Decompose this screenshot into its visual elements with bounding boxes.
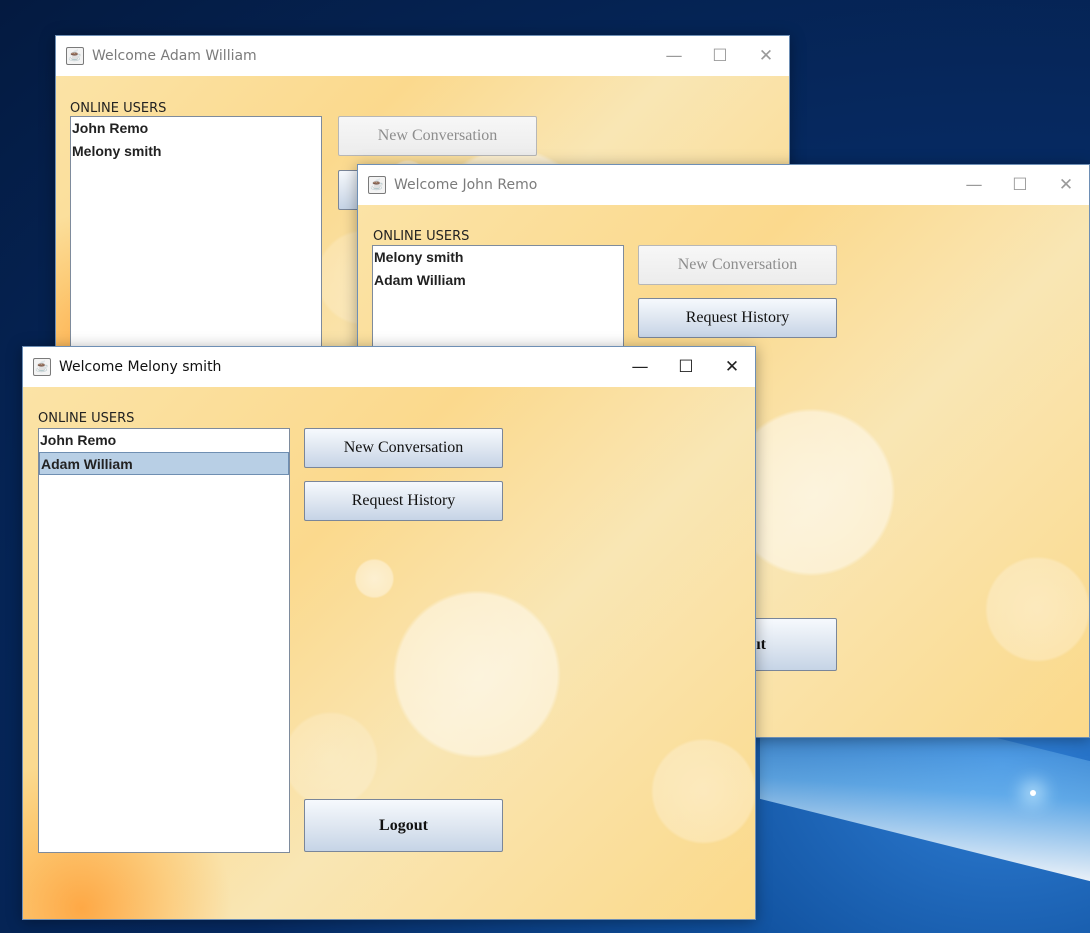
close-button[interactable]: ✕ (743, 36, 789, 76)
java-cup-icon: ☕ (33, 358, 51, 376)
window-content: ONLINE USERS John Remo Adam William New … (23, 387, 755, 919)
new-conversation-button[interactable]: New Conversation (638, 245, 837, 285)
maximize-button[interactable]: ☐ (997, 165, 1043, 205)
window-title: Welcome John Remo (394, 177, 538, 193)
minimize-button[interactable]: — (617, 347, 663, 387)
request-history-button[interactable]: Request History (304, 481, 503, 521)
logout-button[interactable]: Logout (304, 799, 503, 852)
window-title: Welcome Melony smith (59, 359, 222, 375)
online-users-list[interactable]: John Remo Adam William (38, 428, 290, 853)
online-users-label: ONLINE USERS (70, 101, 167, 116)
title-bar[interactable]: ☕ Welcome Melony smith — ☐ ✕ (23, 347, 755, 387)
online-users-label: ONLINE USERS (38, 411, 135, 426)
logout-label: ıt (756, 635, 766, 653)
user-item-melony-smith[interactable]: Melony smith (71, 140, 321, 163)
desktop-light-flare (1030, 790, 1036, 796)
minimize-button[interactable]: — (951, 165, 997, 205)
user-item-john-remo[interactable]: John Remo (39, 429, 289, 452)
online-users-list[interactable]: John Remo Melony smith (70, 116, 322, 364)
title-bar[interactable]: ☕ Welcome Adam William — ☐ ✕ (56, 36, 789, 76)
window-melony-smith[interactable]: ☕ Welcome Melony smith — ☐ ✕ ONLINE USER… (22, 346, 756, 920)
online-users-label: ONLINE USERS (373, 229, 470, 244)
java-cup-icon: ☕ (66, 47, 84, 65)
user-item-adam-william-selected[interactable]: Adam William (39, 452, 289, 475)
user-item-melony-smith[interactable]: Melony smith (373, 246, 623, 269)
window-title: Welcome Adam William (92, 48, 257, 64)
close-button[interactable]: ✕ (1043, 165, 1089, 205)
user-item-adam-william[interactable]: Adam William (373, 269, 623, 292)
new-conversation-button[interactable]: New Conversation (304, 428, 503, 468)
close-button[interactable]: ✕ (709, 347, 755, 387)
new-conversation-button[interactable]: New Conversation (338, 116, 537, 156)
title-bar[interactable]: ☕ Welcome John Remo — ☐ ✕ (358, 165, 1089, 205)
java-cup-icon: ☕ (368, 176, 386, 194)
user-item-john-remo[interactable]: John Remo (71, 117, 321, 140)
maximize-button[interactable]: ☐ (663, 347, 709, 387)
maximize-button[interactable]: ☐ (697, 36, 743, 76)
request-history-button[interactable]: Request History (638, 298, 837, 338)
minimize-button[interactable]: — (651, 36, 697, 76)
